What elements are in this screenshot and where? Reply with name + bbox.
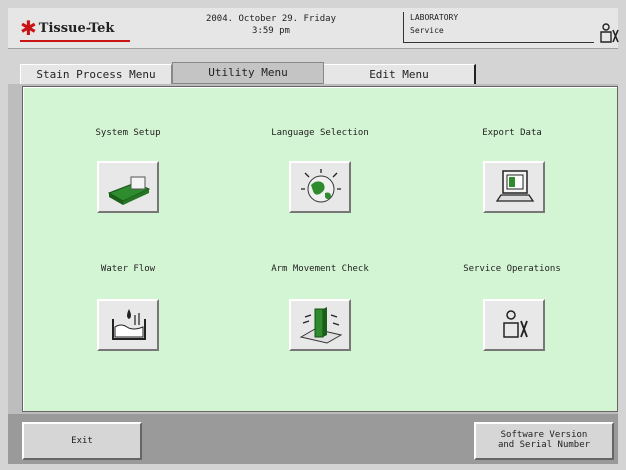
export-data-button[interactable]: [483, 161, 545, 213]
service-operations-label: Service Operations: [463, 264, 561, 274]
date-text: 2004. October 29. Friday: [205, 14, 337, 24]
time-text: 3:59 pm: [252, 26, 290, 36]
arm-movement-check-label: Arm Movement Check: [271, 264, 369, 274]
system-setup-item: System Setup: [53, 127, 203, 139]
water-flow-item: Water Flow: [53, 263, 203, 275]
water-flow-button[interactable]: [97, 299, 159, 351]
location-box: LABORATORY Service: [403, 12, 594, 43]
lock-person-icon: [503, 310, 528, 338]
exit-button[interactable]: Exit: [22, 422, 142, 460]
tab-edit-menu[interactable]: Edit Menu: [324, 64, 476, 85]
star-logo-icon: ✱: [20, 16, 37, 40]
service-operations-button[interactable]: [483, 299, 545, 351]
water-flow-icon: [112, 309, 146, 340]
language-selection-item: Language Selection: [245, 127, 395, 139]
arm-movement-icon: [299, 307, 343, 344]
software-version-line1: Software Version: [500, 430, 588, 440]
water-flow-label: Water Flow: [100, 264, 156, 274]
language-selection-button[interactable]: [289, 161, 351, 213]
software-version-button[interactable]: Software Version and Serial Number: [474, 422, 614, 460]
logo-underline: [20, 40, 130, 42]
user-lock-icon[interactable]: [598, 22, 620, 44]
software-version-line2: and Serial Number: [497, 440, 591, 450]
system-setup-button[interactable]: [97, 161, 159, 213]
header-bar: ✱ Tissue-Tek 2004. October 29. Friday 3:…: [8, 8, 620, 49]
system-setup-icon: [107, 176, 151, 205]
arm-movement-check-button[interactable]: [289, 299, 351, 351]
globe-icon: [301, 169, 341, 203]
brand-name: Tissue-Tek: [38, 20, 115, 36]
utility-panel: System Setup Language Selection Export D…: [22, 86, 618, 412]
arm-movement-check-item: Arm Movement Check: [245, 263, 395, 275]
brand-logo: ✱ Tissue-Tek: [20, 18, 114, 38]
datetime-display: 2004. October 29. Friday 3:59 pm: [186, 13, 356, 37]
service-operations-item: Service Operations: [437, 263, 587, 275]
tab-utility-menu[interactable]: Utility Menu: [172, 62, 324, 84]
location-text: LABORATORY: [410, 13, 459, 22]
language-selection-label: Language Selection: [271, 128, 369, 138]
computer-icon: [495, 170, 535, 202]
mode-text: Service: [410, 26, 444, 35]
tab-stain-process-menu[interactable]: Stain Process Menu: [20, 64, 172, 85]
export-data-label: Export Data: [482, 128, 542, 138]
export-data-item: Export Data: [437, 127, 587, 139]
system-setup-label: System Setup: [95, 128, 161, 138]
